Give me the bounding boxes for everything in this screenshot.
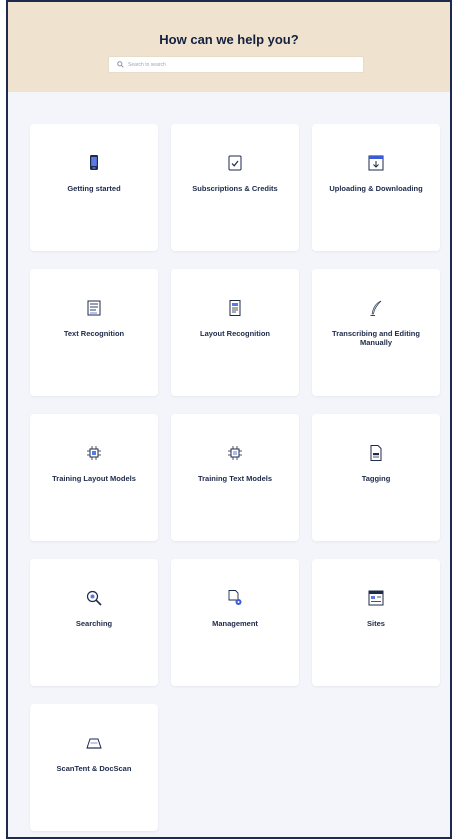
category-label: Management <box>212 619 258 628</box>
category-card-tagging[interactable]: Tagging <box>312 414 440 541</box>
search-box[interactable] <box>108 56 364 73</box>
category-label: Text Recognition <box>63 329 125 338</box>
category-label: Tagging <box>361 474 391 483</box>
category-card-getting-started[interactable]: Getting started <box>30 124 158 251</box>
category-card-training-layout[interactable]: Training Layout Models <box>30 414 158 541</box>
category-label: Training Text Models <box>197 474 273 483</box>
sites-window-icon <box>368 590 384 606</box>
help-hero: How can we help you? <box>8 2 450 92</box>
tag-document-icon <box>370 445 382 461</box>
category-card-sites[interactable]: Sites <box>312 559 440 686</box>
category-card-scantent[interactable]: ScanTent & DocScan <box>30 704 158 831</box>
category-label: Transcribing and Editing Manually <box>332 329 420 347</box>
category-label: Getting started <box>67 184 121 193</box>
category-card-searching[interactable]: Searching <box>30 559 158 686</box>
category-grid: Getting started Subscriptions & Credits … <box>30 124 444 831</box>
layout-model-chip-icon <box>87 446 101 460</box>
help-center-frame: How can we help you? Getting started Sub… <box>6 0 452 839</box>
category-label: Layout Recognition <box>200 329 270 338</box>
text-model-chip-icon <box>228 446 242 460</box>
search-icon <box>117 61 124 68</box>
category-card-training-text[interactable]: Training Text Models <box>171 414 299 541</box>
category-card-management[interactable]: Management <box>171 559 299 686</box>
document-gear-icon <box>228 590 242 605</box>
credit-card-icon <box>228 155 242 171</box>
category-label: Sites <box>367 619 385 628</box>
category-card-text-recognition[interactable]: Text Recognition <box>30 269 158 396</box>
category-card-layout-recognition[interactable]: Layout Recognition <box>171 269 299 396</box>
category-card-subscriptions[interactable]: Subscriptions & Credits <box>171 124 299 251</box>
upload-download-icon <box>368 155 384 171</box>
category-card-uploading[interactable]: Uploading & Downloading <box>312 124 440 251</box>
category-label: Uploading & Downloading <box>329 184 423 193</box>
category-label: Subscriptions & Credits <box>192 184 278 193</box>
text-recognition-icon <box>87 300 101 316</box>
help-title: How can we help you? <box>159 32 299 47</box>
layout-recognition-icon <box>229 300 241 316</box>
phone-icon <box>90 155 98 170</box>
magnifier-icon <box>86 590 102 606</box>
category-label: Training Layout Models <box>52 474 136 483</box>
scan-tent-icon <box>86 738 102 749</box>
quill-icon <box>370 300 382 316</box>
category-card-transcribing[interactable]: Transcribing and Editing Manually <box>312 269 440 396</box>
search-input[interactable] <box>128 61 328 68</box>
category-label: Searching <box>75 619 113 628</box>
category-label: ScanTent & DocScan <box>56 764 132 773</box>
